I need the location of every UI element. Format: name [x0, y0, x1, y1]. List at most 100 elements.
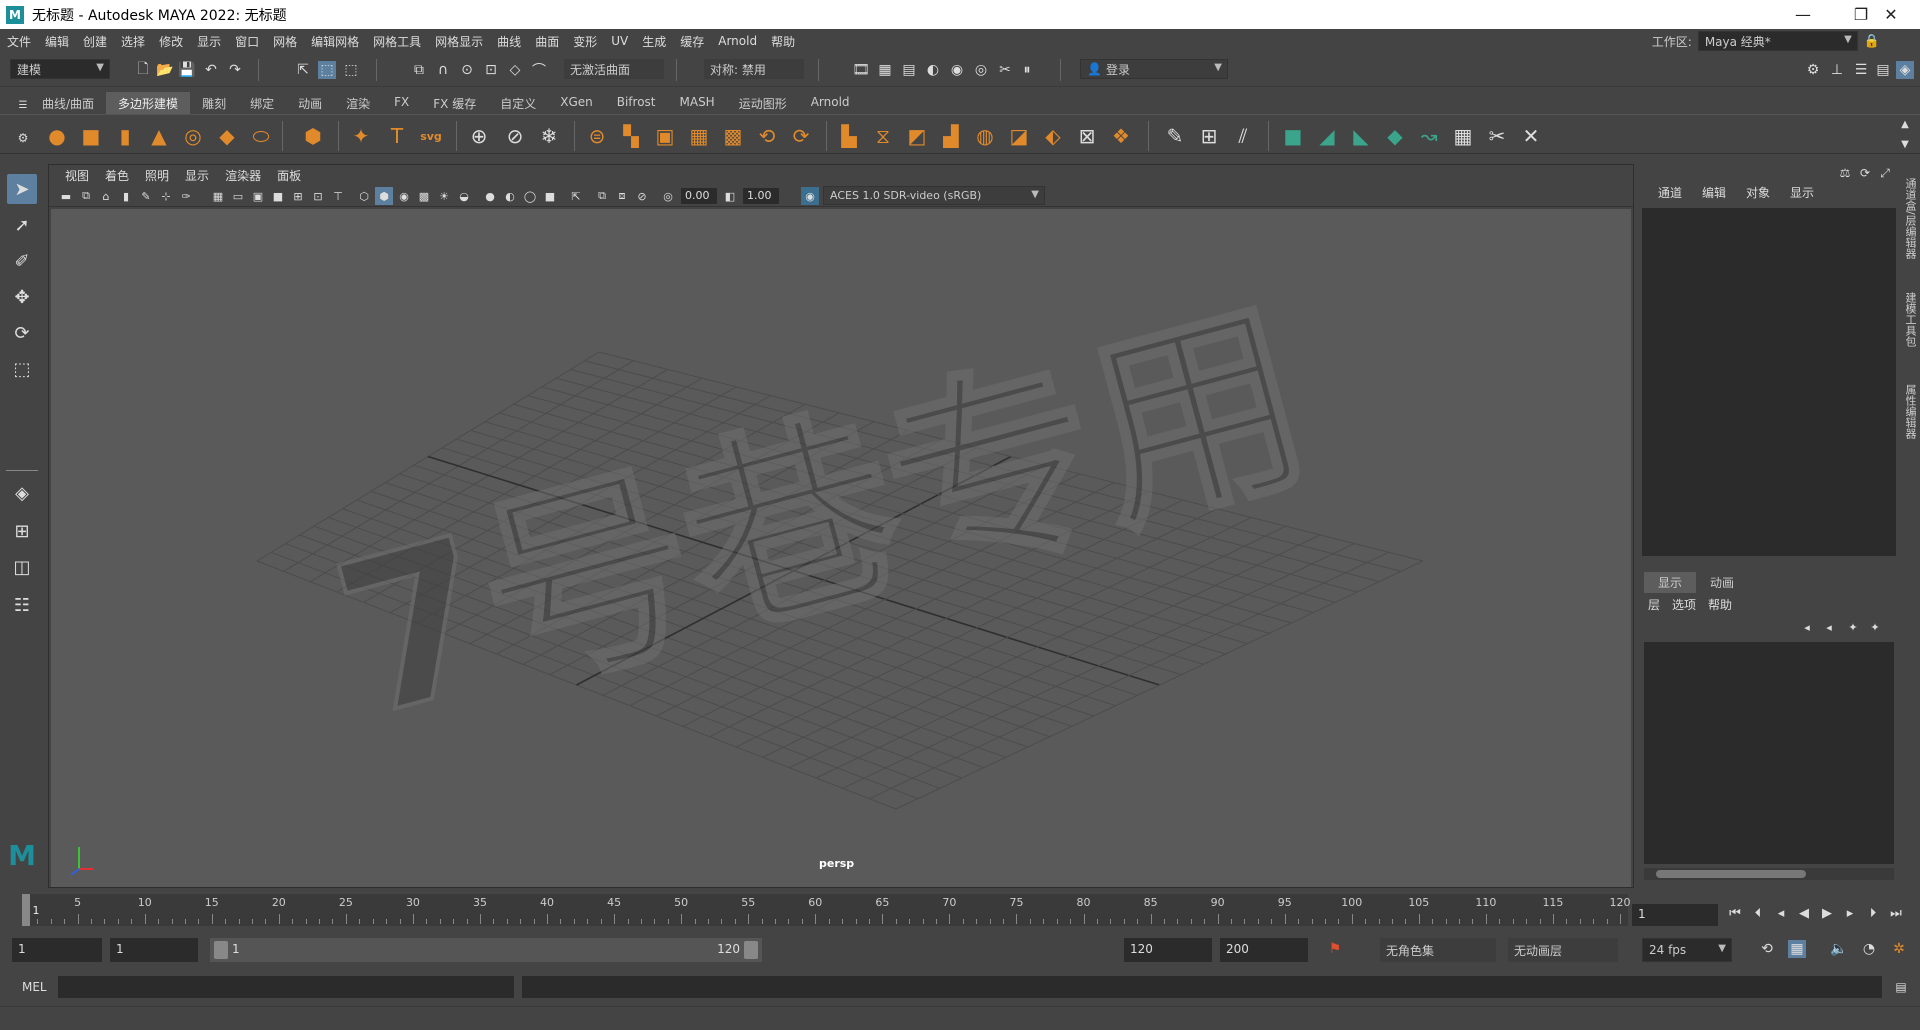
exposure-icon[interactable]: ◎	[659, 187, 677, 205]
shelf-tab-mash[interactable]: MASH	[668, 92, 727, 114]
vp-menu-lighting[interactable]: 照明	[137, 167, 177, 184]
new-scene-icon[interactable]: 🗋	[134, 61, 152, 79]
move-layer-up-icon[interactable]: ◂	[1798, 618, 1816, 636]
menu-help[interactable]: 帮助	[764, 33, 802, 50]
shelf-settings-icon[interactable]: ⚙	[14, 129, 32, 147]
side-tab-modeling-toolkit[interactable]: 建模工具包	[1902, 292, 1918, 347]
attribute-editor-toggle-icon[interactable]: ⊥	[1828, 61, 1846, 79]
mel-input[interactable]	[58, 976, 514, 998]
shelf-scroll-down-icon[interactable]: ▼	[1896, 135, 1914, 153]
snap-curve-icon[interactable]: ∩	[434, 61, 452, 79]
wireframe-on-shaded-icon[interactable]: ◉	[395, 187, 413, 205]
new-layer-selected-icon[interactable]: ✦	[1866, 618, 1884, 636]
snap-view-icon[interactable]: ⊡	[482, 61, 500, 79]
shelf-tab-animation[interactable]: 动画	[286, 92, 334, 114]
shelf-tab-curves[interactable]: 曲线/曲面	[30, 92, 106, 114]
layer-menu-options[interactable]: 选项	[1672, 596, 1708, 613]
uv-cylindrical-icon[interactable]: ◢	[1314, 123, 1340, 149]
arnold-ipr-icon[interactable]: ✂	[996, 61, 1014, 79]
character-set-dropdown[interactable]: 无角色集	[1380, 938, 1496, 962]
safe-action-icon[interactable]: ⊡	[309, 187, 327, 205]
character-icon[interactable]: ✲	[1890, 940, 1908, 958]
snap-point-icon[interactable]: ⊙	[458, 61, 476, 79]
menu-mesh[interactable]: 网格	[266, 33, 304, 50]
snap-surface-icon[interactable]: ◇	[506, 61, 524, 79]
channel-box-toggle-icon[interactable]: ▤	[1874, 61, 1892, 79]
menu-cache[interactable]: 缓存	[673, 33, 711, 50]
side-tab-attribute-editor[interactable]: 属性编辑器	[1902, 384, 1918, 439]
motion-blur-icon[interactable]: ◐	[501, 187, 519, 205]
time-slider-track[interactable]: 1 5 10 15 20 25 30 35 40 45 50 55 60 65 70 75 80 85 90 95 10…	[22, 894, 1631, 926]
edge-loop-icon[interactable]: ⊞	[1196, 123, 1222, 149]
save-scene-icon[interactable]: 💾	[178, 61, 196, 79]
playback-start-field[interactable]: 1	[110, 938, 198, 962]
uv-planar-icon[interactable]: ■	[1280, 123, 1306, 149]
layer-tab-anim[interactable]: 动画	[1696, 572, 1748, 593]
depth-of-field-icon[interactable]: ■	[541, 187, 559, 205]
bevel-icon[interactable]: ◩	[904, 123, 930, 149]
film-gate-icon[interactable]: ▭	[229, 187, 247, 205]
render-settings-icon[interactable]: ▤	[900, 61, 918, 79]
arnold-render-icon[interactable]: ◎	[972, 61, 990, 79]
transform-icon[interactable]: ⊕	[466, 123, 492, 149]
poly-cube-icon[interactable]: ■	[78, 123, 104, 149]
step-back-key-icon[interactable]: ⏴	[1749, 902, 1767, 924]
render-view-icon[interactable]: ◉	[948, 61, 966, 79]
perspective-viewport[interactable]: 7号巷专用 persp	[51, 209, 1631, 887]
step-back-frame-icon[interactable]: ◂	[1772, 902, 1790, 924]
vp-menu-show[interactable]: 显示	[177, 167, 217, 184]
two-view-layout-icon[interactable]: ◫	[7, 552, 37, 582]
super-shape-icon[interactable]: ✦	[348, 123, 374, 149]
workspace-dropdown[interactable]: Maya 经典* ▼	[1697, 31, 1858, 51]
layer-list[interactable]	[1644, 642, 1894, 864]
mirror-icon[interactable]: ⟲	[754, 123, 780, 149]
loop-icon[interactable]: ⟲	[1758, 940, 1776, 958]
shadows-icon[interactable]: ◒	[455, 187, 473, 205]
layer-menu-help[interactable]: 帮助	[1708, 596, 1744, 613]
modeling-toolkit-toggle-icon[interactable]: ⚙	[1804, 61, 1822, 79]
snap-live-icon[interactable]: ⌒	[530, 61, 548, 79]
shelf-tab-rigging[interactable]: 绑定	[238, 92, 286, 114]
menu-uv[interactable]: UV	[604, 34, 635, 48]
channel-box-area[interactable]	[1642, 208, 1896, 556]
shelf-tab-fx[interactable]: FX	[382, 92, 421, 114]
camera-attributes-icon[interactable]: ⧉	[77, 187, 95, 205]
xray-joints-icon[interactable]: ⧈	[613, 187, 631, 205]
xray-components-icon[interactable]: ⊘	[633, 187, 651, 205]
shelf-tab-rendering[interactable]: 渲染	[334, 92, 382, 114]
resolution-gate-icon[interactable]: ▣	[249, 187, 267, 205]
login-dropdown[interactable]: 👤 登录 ▼	[1080, 59, 1228, 79]
scale-tool-icon[interactable]: ⬚	[7, 354, 37, 384]
menu-deform[interactable]: 变形	[566, 33, 604, 50]
anti-aliasing-icon[interactable]: ◯	[521, 187, 539, 205]
mel-label[interactable]: MEL	[22, 980, 47, 994]
uv-auto-icon[interactable]: ◆	[1382, 123, 1408, 149]
ambient-occlusion-icon[interactable]: ●	[481, 187, 499, 205]
cb-menu-object[interactable]: 对象	[1736, 184, 1780, 201]
remesh-icon[interactable]: ⟳	[788, 123, 814, 149]
cb-menu-edit[interactable]: 编辑	[1692, 184, 1736, 201]
platonic-solid-icon[interactable]: ⬢	[300, 123, 326, 149]
range-start-handle[interactable]	[214, 941, 228, 959]
shelf-tab-arnold[interactable]: Arnold	[799, 92, 862, 114]
menu-window[interactable]: 窗口	[228, 33, 266, 50]
symmetry-dropdown[interactable]: 对称: 禁用	[704, 59, 804, 79]
field-chart-icon[interactable]: ⊞	[289, 187, 307, 205]
step-forward-key-icon[interactable]: ⏵	[1864, 902, 1882, 924]
redo-icon[interactable]: ↷	[226, 61, 244, 79]
wireframe-icon[interactable]: ⬡	[355, 187, 373, 205]
fill-hole-icon[interactable]: ◍	[972, 123, 998, 149]
uv-checker-icon[interactable]: ▦	[1450, 123, 1476, 149]
select-object-icon[interactable]: ⬚	[318, 61, 336, 79]
smooth-icon[interactable]: ▣	[652, 123, 678, 149]
anim-prefs-icon[interactable]: ◔	[1860, 940, 1878, 958]
gate-mask-icon[interactable]: ■	[269, 187, 287, 205]
shelf-tab-bifrost[interactable]: Bifrost	[605, 92, 668, 114]
minimize-button[interactable]: —	[1774, 0, 1832, 29]
vp-menu-shading[interactable]: 着色	[97, 167, 137, 184]
layer-scrollbar[interactable]	[1644, 868, 1894, 880]
smooth-shade-icon[interactable]: ⬢	[375, 187, 393, 205]
select-tool-icon[interactable]: ➤	[7, 174, 37, 204]
live-surface-field[interactable]: 无激活曲面	[564, 59, 664, 79]
paint-select-icon[interactable]: ✐	[7, 246, 37, 276]
